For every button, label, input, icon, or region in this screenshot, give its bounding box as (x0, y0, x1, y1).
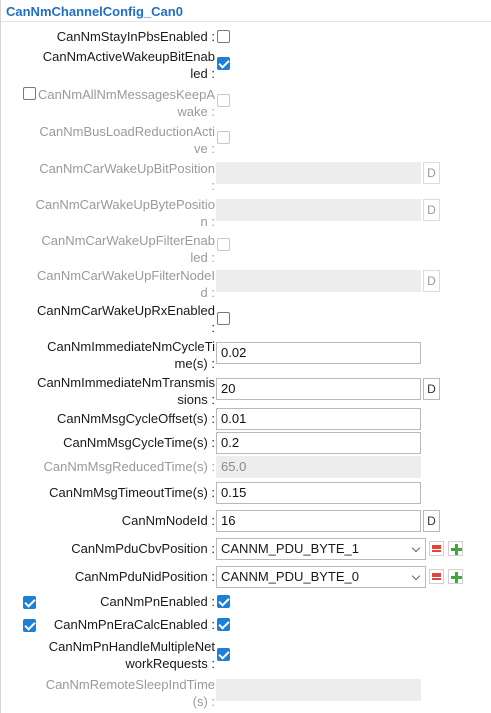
remote-sleep-ind-time-input[interactable] (216, 679, 421, 701)
chevron-down-icon (411, 543, 421, 553)
stay-in-pbs-label: CanNmStayInPbsEnabled : (56, 29, 215, 44)
plus-icon[interactable] (448, 569, 463, 584)
car-wakeup-filter-nodeid-input[interactable] (216, 270, 421, 292)
row-pdu-nid-position: CanNmPduNidPosition : CANNM_PDU_BYTE_0 (1, 565, 491, 589)
car-wakeup-filter-nodeid-default-button[interactable]: D (423, 270, 440, 292)
remote-sleep-ind-time-label: CanNmRemoteSleepIndTime(s) : (45, 677, 215, 709)
panel-title: CanNmChannelConfig_Can0 (6, 4, 183, 19)
row-pn-era-calc: CanNmPnEraCalcEnabled : (1, 615, 491, 635)
row-busload-reduction: CanNmBusLoadReductionActive : (1, 122, 491, 160)
row-immediate-transmissions: CanNmImmediateNmTransmissions : 20 D (1, 373, 491, 411)
row-msg-cycle-time: CanNmMsgCycleTime(s) : 0.2 (1, 431, 491, 455)
chevron-down-icon (411, 571, 421, 581)
pn-enabled-label: CanNmPnEnabled : (100, 594, 215, 609)
plus-icon[interactable] (448, 541, 463, 556)
active-wakeup-label: CanNmActiveWakeupBitEnabled : (42, 49, 215, 81)
immediate-transmissions-label: CanNmImmediateNmTransmissions : (37, 375, 215, 407)
row-msg-reduced-time: CanNmMsgReducedTime(s) : 65.0 (1, 455, 491, 479)
all-nm-keep-awake-checkbox[interactable] (217, 94, 230, 107)
list-icon[interactable] (429, 541, 444, 556)
row-remote-sleep-ind-time: CanNmRemoteSleepIndTime(s) : (1, 675, 491, 713)
busload-reduction-checkbox[interactable] (217, 131, 230, 144)
car-wakeup-byte-pos-default-button[interactable]: D (423, 199, 440, 221)
immediate-transmissions-default-button[interactable]: D (423, 378, 440, 400)
pn-era-calc-checkbox[interactable] (217, 618, 230, 631)
immediate-cycle-time-input[interactable]: 0.02 (216, 342, 421, 364)
msg-cycle-time-label: CanNmMsgCycleTime(s) : (63, 435, 215, 450)
msg-cycle-time-input[interactable]: 0.2 (216, 432, 421, 454)
pdu-nid-position-value: CANNM_PDU_BYTE_0 (221, 569, 359, 584)
config-panel: CanNmChannelConfig_Can0 CanNmStayInPbsEn… (0, 0, 491, 713)
msg-timeout-time-input[interactable]: 0.15 (216, 482, 421, 504)
car-wakeup-filter-nodeid-label: CanNmCarWakeUpFilterNodeId : (37, 268, 215, 300)
row-car-wakeup-filter-nodeid: CanNmCarWakeUpFilterNodeId : D (1, 266, 491, 304)
row-pn-handle-multiple: CanNmPnHandleMultipleNetworkRequests : (1, 637, 491, 675)
row-stay-in-pbs: CanNmStayInPbsEnabled : (1, 27, 491, 47)
row-msg-cycle-offset: CanNmMsgCycleOffset(s) : 0.01 (1, 407, 491, 431)
row-msg-timeout-time: CanNmMsgTimeoutTime(s) : 0.15 (1, 481, 491, 505)
row-immediate-cycle-time: CanNmImmediateNmCycleTime(s) : 0.02 (1, 337, 491, 375)
car-wakeup-bit-pos-label: CanNmCarWakeUpBitPosition : (39, 161, 215, 193)
car-wakeup-bit-pos-default-button[interactable]: D (423, 162, 440, 184)
node-id-default-button[interactable]: D (423, 510, 440, 532)
pn-handle-multiple-label: CanNmPnHandleMultipleNetworkRequests : (48, 639, 215, 671)
row-car-wakeup-byte-pos: CanNmCarWakeUpBytePosition : D (1, 195, 491, 233)
pdu-nid-position-select[interactable]: CANNM_PDU_BYTE_0 (216, 566, 426, 588)
row-node-id: CanNmNodeId : 16 D (1, 509, 491, 533)
row-car-wakeup-filter-enabled: CanNmCarWakeUpFilterEnabled : (1, 231, 491, 269)
pn-era-calc-label: CanNmPnEraCalcEnabled : (53, 617, 215, 632)
all-nm-keep-awake-label: CanNmAllNmMessagesKeepAwake : (38, 87, 216, 119)
active-wakeup-checkbox[interactable] (217, 57, 230, 70)
title-divider (1, 21, 491, 22)
car-wakeup-rx-checkbox[interactable] (217, 312, 230, 325)
pn-handle-multiple-checkbox[interactable] (217, 648, 230, 661)
car-wakeup-rx-label: CanNmCarWakeUpRxEnabled : (37, 303, 215, 335)
car-wakeup-filter-enabled-label: CanNmCarWakeUpFilterEnabled : (41, 233, 215, 265)
busload-reduction-label: CanNmBusLoadReductionActive : (39, 124, 215, 156)
row-all-nm-keep-awake: CanNmAllNmMessagesKeepAwake : (1, 85, 491, 123)
car-wakeup-filter-enabled-checkbox[interactable] (217, 238, 230, 251)
row-pdu-cbv-position: CanNmPduCbvPosition : CANNM_PDU_BYTE_1 (1, 537, 491, 561)
pn-era-calc-left-checkbox[interactable] (23, 619, 36, 632)
pdu-cbv-position-value: CANNM_PDU_BYTE_1 (221, 541, 359, 556)
row-pn-enabled: CanNmPnEnabled : (1, 592, 491, 612)
pdu-cbv-position-label: CanNmPduCbvPosition : (71, 541, 215, 556)
immediate-transmissions-input[interactable]: 20 (216, 378, 421, 400)
car-wakeup-byte-pos-input[interactable] (216, 199, 421, 221)
stay-in-pbs-checkbox[interactable] (217, 30, 230, 43)
msg-timeout-time-label: CanNmMsgTimeoutTime(s) : (49, 485, 215, 500)
immediate-cycle-time-label: CanNmImmediateNmCycleTime(s) : (47, 339, 215, 371)
pdu-cbv-position-select[interactable]: CANNM_PDU_BYTE_1 (216, 538, 426, 560)
row-car-wakeup-rx: CanNmCarWakeUpRxEnabled : (1, 301, 491, 339)
msg-reduced-time-label: CanNmMsgReducedTime(s) : (43, 459, 215, 474)
car-wakeup-bit-pos-input[interactable] (216, 162, 421, 184)
all-nm-keep-awake-left-checkbox[interactable] (23, 87, 36, 100)
node-id-label: CanNmNodeId : (121, 513, 215, 528)
list-icon[interactable] (429, 569, 444, 584)
car-wakeup-byte-pos-label: CanNmCarWakeUpBytePosition : (35, 197, 215, 229)
pdu-nid-position-label: CanNmPduNidPosition : (74, 569, 215, 584)
row-car-wakeup-bit-pos: CanNmCarWakeUpBitPosition : D (1, 159, 491, 197)
msg-cycle-offset-input[interactable]: 0.01 (216, 408, 421, 430)
msg-cycle-offset-label: CanNmMsgCycleOffset(s) : (57, 411, 215, 426)
pn-enabled-checkbox[interactable] (217, 595, 230, 608)
msg-reduced-time-input[interactable]: 65.0 (216, 456, 421, 478)
pn-enabled-left-checkbox[interactable] (23, 596, 36, 609)
node-id-input[interactable]: 16 (216, 510, 421, 532)
row-active-wakeup: CanNmActiveWakeupBitEnabled : (1, 47, 491, 85)
